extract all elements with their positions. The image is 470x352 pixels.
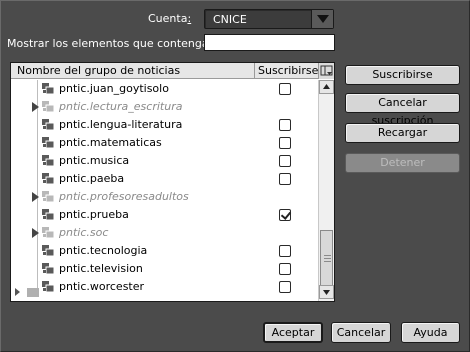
newsgroup-icon xyxy=(41,82,55,95)
newsgroup-name: pntic.juan_goytisolo xyxy=(59,82,169,95)
tree-line xyxy=(37,206,38,224)
expand-arrow-icon[interactable] xyxy=(32,192,39,205)
filter-label: Mostrar los elementos que contengan: xyxy=(7,37,220,50)
newsgroup-folder-icon xyxy=(41,100,55,113)
help-button[interactable]: Ayuda xyxy=(401,322,460,343)
newsgroup-name: pntic.television xyxy=(59,262,143,275)
list-item[interactable]: pntic.lectura_escritura xyxy=(11,98,318,116)
tree-line xyxy=(37,260,38,278)
list-item[interactable]: pntic.television xyxy=(11,260,318,278)
subscribe-button[interactable]: Suscribirse xyxy=(345,65,460,85)
newsgroup-icon xyxy=(41,172,55,185)
newsgroup-icon xyxy=(41,154,55,167)
filter-input[interactable] xyxy=(204,34,335,51)
newsgroup-folder-icon xyxy=(41,226,55,239)
expand-arrow-icon[interactable] xyxy=(32,102,39,115)
subscribe-checkbox[interactable] xyxy=(279,83,291,95)
subscribe-checkbox[interactable] xyxy=(279,137,291,149)
account-label: Cuenta: xyxy=(148,12,192,25)
newsgroup-name: pntic.prueba xyxy=(59,208,129,221)
newsgroup-icon xyxy=(41,208,55,221)
newsgroup-icon xyxy=(41,244,55,257)
newsgroup-icon xyxy=(41,136,55,149)
account-select[interactable]: CNICE xyxy=(204,9,334,29)
newsgroup-icon xyxy=(41,118,55,131)
subscribe-checkbox[interactable] xyxy=(279,263,291,275)
column-divider[interactable] xyxy=(254,63,255,79)
newsgroup-name: pntic.tecnologia xyxy=(59,244,148,257)
newsgroup-folder-icon xyxy=(41,190,55,203)
list-item[interactable]: pntic.tecnologia xyxy=(11,242,318,260)
column-picker-icon[interactable] xyxy=(318,63,334,79)
tree-line xyxy=(37,152,38,170)
newsgroup-icon xyxy=(41,262,55,275)
account-select-value: CNICE xyxy=(213,13,247,26)
list-item[interactable]: pntic.paeba xyxy=(11,170,318,188)
list-rows: pntic.juan_goytisolo pntic.lectura_escrit… xyxy=(11,80,318,301)
list-item[interactable]: pntic.lengua-literatura xyxy=(11,116,318,134)
list-item[interactable]: pntic.matematicas xyxy=(11,134,318,152)
reload-button[interactable]: Recargar xyxy=(345,123,460,143)
list-item[interactable]: pntic.juan_goytisolo xyxy=(11,80,318,98)
expand-arrow-icon[interactable] xyxy=(32,228,39,241)
newsgroup-name: pntic.lengua-literatura xyxy=(59,118,183,131)
scroll-up-button[interactable] xyxy=(319,80,334,94)
list-item[interactable]: pntic.profesoresadultos xyxy=(11,188,318,206)
list-item[interactable]: pntic.musica xyxy=(11,152,318,170)
scroll-thumb[interactable] xyxy=(320,230,333,286)
list-header: Nombre del grupo de noticias Suscribirse xyxy=(11,63,334,79)
newsgroup-name: pntic.musica xyxy=(59,154,130,167)
subscribe-checkbox[interactable] xyxy=(279,155,291,167)
tree-line xyxy=(37,116,38,134)
list-item[interactable]: pntic.soc xyxy=(11,224,318,242)
scroll-down-button[interactable] xyxy=(319,285,334,299)
newsgroup-list[interactable]: Nombre del grupo de noticias Suscribirse… xyxy=(10,62,335,302)
tree-line xyxy=(37,242,38,260)
newsgroup-name: pntic.paeba xyxy=(59,172,125,185)
tree-line xyxy=(37,134,38,152)
column-header-name[interactable]: Nombre del grupo de noticias xyxy=(17,64,180,77)
accept-button[interactable]: Aceptar xyxy=(263,322,323,343)
newsgroup-name: pntic.lectura_escritura xyxy=(59,100,183,113)
newsgroup-name: pntic.soc xyxy=(59,226,109,239)
tree-line xyxy=(37,80,38,98)
subscribe-checkbox[interactable] xyxy=(279,245,291,257)
subscribe-checkbox[interactable] xyxy=(279,173,291,185)
subscribe-checkbox[interactable] xyxy=(279,209,291,221)
newsgroup-name: pntic.profesoresadultos xyxy=(59,190,189,203)
chevron-down-icon[interactable] xyxy=(311,10,333,28)
unsubscribe-button[interactable]: Cancelar suscripción xyxy=(345,93,460,127)
cancel-button[interactable]: Cancelar xyxy=(331,322,391,343)
tree-line xyxy=(37,170,38,188)
partial-row xyxy=(11,285,318,301)
stop-button: Detener xyxy=(345,153,460,173)
newsgroup-name: pntic.matematicas xyxy=(59,136,162,149)
list-item[interactable]: pntic.prueba xyxy=(11,206,318,224)
subscribe-checkbox[interactable] xyxy=(279,119,291,131)
column-header-subscribe[interactable]: Suscribirse xyxy=(258,64,318,77)
vertical-scrollbar[interactable] xyxy=(318,80,334,301)
